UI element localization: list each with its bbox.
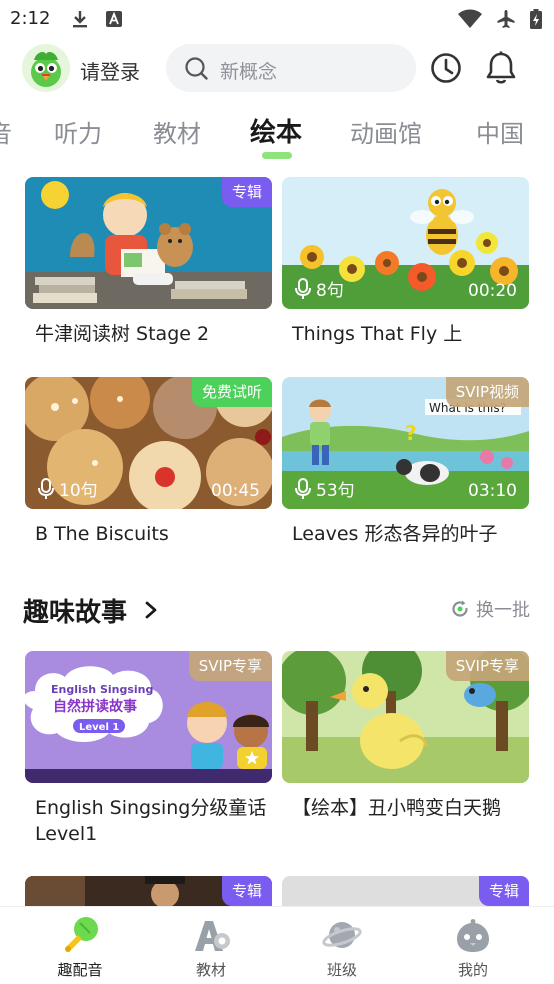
sentence-count-text: 53句: [316, 481, 355, 501]
nav-label: 趣配音: [57, 961, 103, 979]
svg-text:?: ?: [405, 421, 417, 445]
book-card[interactable]: 8句 00:20 Things That Fly 上: [282, 177, 529, 347]
microphone-icon: [295, 477, 311, 499]
wifi-icon: [458, 9, 482, 28]
nav-profile[interactable]: 我的: [418, 907, 528, 984]
tab-china[interactable]: 中国: [476, 114, 524, 149]
story-thumbnail: English Singsing 自然拼读故事 Level 1 SVIP专享: [25, 651, 272, 783]
refresh-icon: [452, 600, 468, 617]
microphone-icon: [38, 477, 54, 499]
sentence-count: 10句: [37, 476, 98, 501]
sentence-count-text: 8句: [316, 281, 344, 301]
bell-icon[interactable]: [484, 50, 518, 86]
tab-animation[interactable]: 动画馆: [350, 114, 422, 149]
bottom-navigation: 趣配音 教材 班级 我的: [0, 906, 554, 984]
status-bar: 2:12: [0, 0, 554, 38]
svip-exclusive-badge: SVIP专享: [445, 651, 529, 681]
book-card[interactable]: 免费试听 10句 00:45 B The Biscuits: [25, 377, 272, 547]
story-title: 【绘本】丑小鸭变白天鹅: [292, 797, 502, 819]
duration: 00:20: [468, 281, 517, 301]
nav-class[interactable]: 班级: [287, 907, 397, 984]
section-title[interactable]: 趣味故事: [23, 592, 127, 629]
profile-icon: [457, 919, 489, 952]
album-badge: 专辑: [478, 876, 529, 906]
book-thumbnail: 免费试听 10句 00:45: [25, 377, 272, 509]
sentence-count: 53句: [294, 476, 355, 501]
nav-label: 我的: [457, 961, 488, 979]
album-thumbnail: 专辑: [25, 876, 272, 908]
book-title: Things That Fly 上: [292, 323, 463, 345]
search-bar[interactable]: 新概念: [166, 44, 416, 92]
tab-partial[interactable]: 音: [0, 114, 12, 149]
art-line1: English Singsing: [51, 683, 153, 696]
book-title: Leaves 形态各异的叶子: [292, 523, 498, 545]
download-icon: [73, 11, 87, 28]
album-card-partial[interactable]: 专辑: [25, 876, 272, 908]
search-placeholder: 新概念: [220, 61, 278, 83]
text-a-icon: [106, 11, 122, 27]
tab-listening[interactable]: 听力: [54, 114, 102, 149]
battery-charging-icon: [530, 9, 542, 29]
tab-textbook[interactable]: 教材: [153, 114, 201, 149]
duration: 03:10: [468, 481, 517, 501]
nav-label: 教材: [195, 961, 226, 979]
tab-active-indicator: [262, 152, 292, 159]
nav-label: 班级: [326, 961, 357, 979]
svip-exclusive-badge: SVIP专享: [188, 651, 272, 681]
story-title: English Singsing分级童话Level1: [35, 797, 267, 845]
album-badge: 专辑: [221, 876, 272, 906]
story-card[interactable]: English Singsing 自然拼读故事 Level 1 SVIP专享 E…: [25, 651, 272, 847]
story-thumbnail: SVIP专享: [282, 651, 529, 783]
book-title: 牛津阅读树 Stage 2: [35, 323, 210, 345]
duration: 00:45: [211, 481, 260, 501]
header: 请登录 新概念: [0, 40, 554, 98]
book-card[interactable]: 专辑 牛津阅读树 Stage 2: [25, 177, 272, 347]
microphone-icon: [295, 277, 311, 299]
status-left-icons: [70, 9, 124, 29]
art-line3: Level 1: [79, 722, 119, 733]
book-thumbnail: 8句 00:20: [282, 177, 529, 309]
book-card[interactable]: What is this? ? SVIP视频 53句 03:10 Leaves …: [282, 377, 529, 547]
refresh-button[interactable]: 换一批: [450, 596, 530, 622]
textbook-icon: [195, 921, 230, 951]
album-card-partial[interactable]: 专辑: [282, 876, 529, 908]
sentence-count-text: 10句: [59, 481, 98, 501]
status-right-icons: [458, 9, 542, 29]
book-thumbnail: What is this? ? SVIP视频 53句 03:10: [282, 377, 529, 509]
free-trial-badge: 免费试听: [191, 377, 272, 407]
story-card[interactable]: SVIP专享 【绘本】丑小鸭变白天鹅: [282, 651, 529, 821]
tab-picture-books[interactable]: 绘本: [250, 112, 302, 149]
nav-dubbing[interactable]: 趣配音: [25, 907, 135, 984]
book-thumbnail: 专辑: [25, 177, 272, 309]
sentence-count: 8句: [294, 276, 344, 301]
art-line2: 自然拼读故事: [53, 698, 137, 715]
nav-textbook[interactable]: 教材: [156, 907, 266, 984]
avatar[interactable]: [22, 44, 70, 92]
airplane-icon: [497, 10, 515, 28]
chevron-right-icon[interactable]: [143, 599, 159, 621]
album-badge: 专辑: [221, 177, 272, 207]
login-link[interactable]: 请登录: [80, 56, 140, 85]
planet-icon: [322, 922, 362, 948]
category-tabs: 音 听力 教材 绘本 动画馆 中国: [0, 108, 554, 164]
microphone-icon: [65, 917, 98, 952]
search-icon: [185, 57, 208, 80]
book-title: B The Biscuits: [35, 523, 169, 545]
album-thumbnail: 专辑: [282, 876, 529, 908]
svip-video-badge: SVIP视频: [445, 377, 529, 407]
status-time: 2:12: [10, 8, 51, 29]
clock-icon[interactable]: [429, 51, 463, 85]
refresh-label: 换一批: [476, 600, 530, 621]
parrot-avatar-icon: [22, 44, 70, 92]
